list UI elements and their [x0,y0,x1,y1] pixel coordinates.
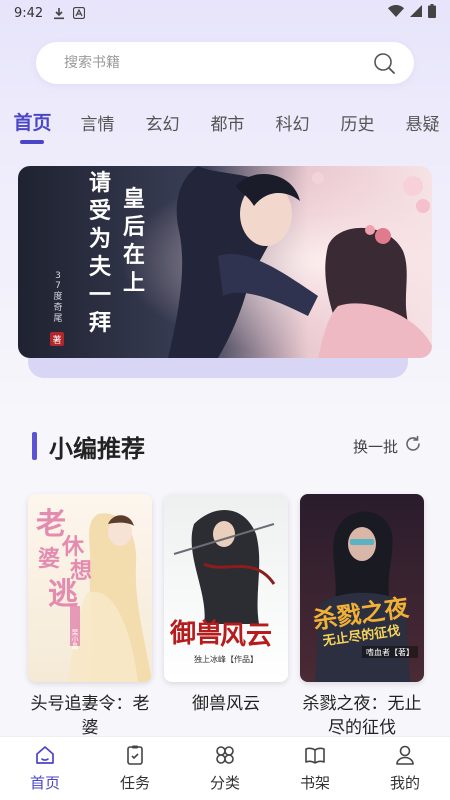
tab-romance[interactable]: 言情 [65,104,130,135]
nav-profile[interactable]: 我的 [360,737,450,800]
svg-text:拜: 拜 [89,310,111,336]
recommended-books: 老 婆 休 想 逃 吴小晶 头号追妻令：老婆 御兽 风云 独上冰峰【作品】 御兽… [28,494,428,736]
section-header: 小编推荐 换一批 [32,428,422,464]
nav-task[interactable]: 任务 [90,737,180,800]
status-time: 9:42 [14,5,44,21]
nav-home[interactable]: 首页 [0,737,90,800]
category-icon [214,744,236,770]
banner-illustration: 请 受 为 夫 一 拜 皇 后 在 上 3 7 度 奇 尾 著 [18,166,432,358]
svg-text:独上冰峰【作品】: 独上冰峰【作品】 [194,654,258,664]
svg-text:御兽: 御兽 [169,618,222,649]
svg-text:婆: 婆 [38,546,60,572]
download-icon [53,7,65,20]
book-title[interactable]: 杀戮之夜：无止尽的征伐 [300,692,424,736]
section-title: 小编推荐 [49,434,145,463]
app-notification-icon [73,7,86,19]
refresh-label: 换一批 [352,437,398,456]
book-cover[interactable]: 御兽 风云 独上冰峰【作品】 [164,494,288,682]
book-cover[interactable]: 杀戮之夜 无止尽的征伐 嗜血者【著】 [300,494,424,682]
book-cover[interactable]: 老 婆 休 想 逃 吴小晶 [28,494,152,682]
svg-text:皇: 皇 [123,186,145,212]
bookshelf-icon [304,744,326,770]
book-title[interactable]: 头号追妻令：老婆 [28,692,152,736]
book-card[interactable]: 老 婆 休 想 逃 吴小晶 头号追妻令：老婆 [28,494,152,736]
svg-text:上: 上 [123,270,145,296]
svg-text:7: 7 [55,281,61,291]
tab-urban[interactable]: 都市 [195,104,260,135]
svg-text:嗜血者【著】: 嗜血者【著】 [366,647,414,657]
svg-text:著: 著 [52,334,61,346]
nav-task-label: 任务 [119,774,150,792]
tab-history[interactable]: 历史 [325,104,390,135]
banner-title-char: 请 [89,170,111,196]
svg-text:风云: 风云 [220,621,272,651]
battery-icon [428,4,436,22]
nav-category-label: 分类 [209,774,240,792]
svg-text:夫: 夫 [89,254,112,280]
book-card[interactable]: 御兽 风云 独上冰峰【作品】 御兽风云 [164,494,288,736]
svg-text:度: 度 [53,290,62,302]
home-icon [34,744,56,770]
svg-text:奇: 奇 [53,301,62,313]
search-icon[interactable] [372,51,396,75]
tab-mystery[interactable]: 悬疑 [390,104,450,135]
search-bar[interactable] [36,42,414,84]
svg-text:在: 在 [123,242,145,268]
nav-home-label: 首页 [29,774,60,792]
tab-scifi[interactable]: 科幻 [260,104,325,135]
tab-home[interactable]: 首页 [0,104,65,144]
svg-text:一: 一 [89,282,111,308]
tab-fantasy[interactable]: 玄幻 [130,104,195,135]
profile-icon [394,744,416,770]
wifi-icon [388,5,404,21]
refresh-button[interactable]: 换一批 [353,435,422,457]
category-tabs: 首页 言情 玄幻 都市 科幻 历史 悬疑 [0,104,450,148]
svg-text:后: 后 [123,214,145,240]
refresh-icon [404,435,422,457]
status-indicators [388,4,436,22]
featured-banner[interactable]: 请 受 为 夫 一 拜 皇 后 在 上 3 7 度 奇 尾 著 [18,166,432,358]
status-bar: 9:42 [0,0,450,26]
section-accent-bar [32,432,37,460]
svg-text:尾: 尾 [53,313,62,324]
nav-category[interactable]: 分类 [180,737,270,800]
svg-text:为: 为 [89,226,111,252]
search-input[interactable] [64,55,372,71]
task-icon [124,744,146,770]
nav-profile-label: 我的 [389,774,420,792]
nav-bookshelf-label: 书架 [299,774,330,792]
bottom-navigation: 首页 任务 分类 书架 我的 [0,736,450,800]
book-title[interactable]: 御兽风云 [164,692,288,736]
book-card[interactable]: 杀戮之夜 无止尽的征伐 嗜血者【著】 杀戮之夜：无止尽的征伐 [300,494,424,736]
svg-text:吴小晶: 吴小晶 [71,629,79,651]
svg-text:3: 3 [55,271,61,281]
svg-text:休: 休 [61,534,85,560]
nav-bookshelf[interactable]: 书架 [270,737,360,800]
signal-icon [410,5,422,21]
svg-text:受: 受 [89,198,111,224]
